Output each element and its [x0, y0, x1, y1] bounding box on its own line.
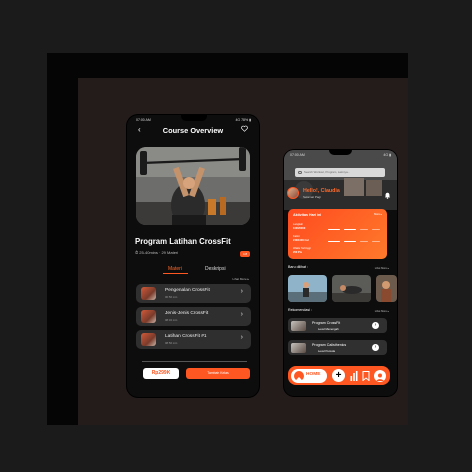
course-hero-image — [136, 147, 250, 225]
avatar[interactable] — [287, 187, 299, 199]
lesson-thumbnail — [141, 333, 156, 346]
price-button[interactable]: Rp299K — [143, 368, 179, 379]
greeting-subtitle: Selamat Pagi — [303, 195, 321, 199]
status-time: 07:00 AM — [136, 118, 151, 122]
lesson-title: Pengenalan CrossFit — [165, 288, 210, 293]
workout-card[interactable] — [332, 275, 371, 302]
search-placeholder: Search Workout, Program, Lainnya... — [304, 170, 350, 174]
bookmark-icon[interactable] — [362, 370, 370, 381]
progress-segment — [360, 241, 368, 243]
recently-viewed-link[interactable]: Lihat More ▸ — [375, 267, 389, 270]
activity-row-value: 240/1000 Cal — [293, 239, 309, 242]
profile-icon[interactable] — [374, 369, 386, 382]
activity-row-label: Kalori — [293, 235, 300, 238]
tab-deskripsi[interactable]: Deskripsi — [205, 266, 226, 272]
recommendation-item[interactable]: Program CrossFit Level Menengah › — [288, 318, 387, 333]
recommendation-thumbnail — [291, 320, 306, 331]
recommendation-level: Level Pemula — [318, 348, 335, 353]
lesson-duration: 08:32 min — [165, 318, 178, 322]
nav-home-button[interactable]: HOME — [291, 368, 327, 383]
greeting: Hello!, Claudia — [303, 188, 340, 194]
activity-title: Aktivitas Hari ini — [293, 213, 322, 217]
lesson-duration: 08:56 min — [165, 341, 178, 345]
progress-segment — [372, 229, 380, 231]
lesson-duration: 00:56 min — [165, 295, 178, 299]
progress-segment — [328, 229, 340, 231]
heart-icon[interactable] — [241, 125, 248, 132]
activity-card[interactable]: Aktivitas Hari ini More ▸ Langkah 1000/5… — [288, 209, 387, 259]
arrow-right-icon[interactable]: › — [372, 322, 379, 329]
recommendation-title: Program Calisthenics — [312, 343, 347, 347]
program-title: Program Latihan CrossFit — [135, 237, 231, 246]
phone-course-overview: 07:00 AM 4G 78% ▮ ‹ Course Overview Prog… — [127, 115, 259, 397]
progress-segment — [360, 229, 368, 231]
activity-row-value: 200 Pts — [293, 251, 303, 254]
recommendation-link[interactable]: Lihat More ▸ — [375, 310, 389, 313]
phone-notch — [329, 150, 352, 155]
buy-button[interactable]: Tambah Kelas — [186, 368, 250, 379]
tab-materi[interactable]: Materi — [168, 266, 182, 272]
divider — [142, 361, 247, 362]
recommendation-label: Rekomendasi : — [288, 308, 312, 312]
recommendation-item[interactable]: Program Calisthenics Level Pemula › — [288, 340, 387, 355]
chevron-right-icon: › — [240, 334, 243, 341]
recently-viewed-label: Baru dilihat : — [288, 265, 308, 269]
lesson-title: Jenis-Jenis CrossFit — [165, 311, 209, 316]
lesson-item[interactable]: Jenis-Jenis CrossFit 08:32 min › — [136, 307, 251, 326]
canvas: 07:00 AM 4G 78% ▮ ‹ Course Overview Prog… — [0, 0, 472, 472]
lesson-thumbnail — [141, 287, 156, 300]
progress-segment — [328, 241, 340, 243]
chevron-right-icon: › — [240, 311, 243, 318]
lesson-title: Latihan CrossFit #1 — [165, 334, 207, 339]
lesson-item[interactable]: Pengenalan CrossFit 00:56 min › — [136, 284, 251, 303]
phone-notch — [181, 115, 207, 121]
nav-home-label: HOME — [306, 372, 321, 377]
status-time: 07:00 AM — [290, 153, 305, 157]
home-header-image — [284, 150, 397, 210]
lesson-item[interactable]: Latihan CrossFit #1 08:56 min › — [136, 330, 251, 349]
bottom-nav: HOME + — [288, 366, 390, 385]
activity-row-label: Langkah — [293, 223, 303, 226]
activity-row-label: Waktu Tertinggi — [293, 247, 311, 250]
progress-segment — [372, 241, 380, 243]
arrow-right-icon[interactable]: › — [372, 344, 379, 351]
stats-icon[interactable] — [350, 370, 358, 381]
see-all-link[interactable]: Lihat More ▸ — [232, 277, 249, 281]
search-icon — [298, 170, 302, 174]
activity-row-value: 1000/5000 — [293, 227, 306, 230]
page-title: Course Overview — [162, 126, 224, 135]
chevron-right-icon: › — [240, 288, 243, 295]
recommendation-thumbnail — [291, 342, 306, 353]
activity-view-all[interactable]: More ▸ — [374, 213, 382, 216]
status-indicators: 4G ▮ — [383, 153, 391, 157]
bell-icon[interactable] — [384, 192, 391, 199]
rating-badge: 4.8 — [239, 251, 250, 257]
status-indicators: 4G 78% ▮ — [235, 118, 251, 122]
program-meta: ⏱ 25-40mins · 29 Materi — [135, 250, 179, 255]
recommendation-level: Level Menengah — [318, 326, 339, 331]
lesson-thumbnail — [141, 310, 156, 323]
progress-segment — [344, 229, 356, 231]
search-input[interactable]: Search Workout, Program, Lainnya... — [295, 168, 385, 177]
recommendation-title: Program CrossFit — [312, 321, 341, 325]
phone-home: 07:00 AM 4G ▮ Search Workout, Program, L… — [284, 150, 397, 396]
progress-segment — [344, 241, 356, 243]
workout-card[interactable] — [288, 275, 327, 302]
workout-card[interactable] — [376, 275, 397, 302]
add-icon[interactable]: + — [332, 369, 345, 382]
home-icon — [294, 370, 304, 381]
tab-underline — [163, 273, 188, 275]
